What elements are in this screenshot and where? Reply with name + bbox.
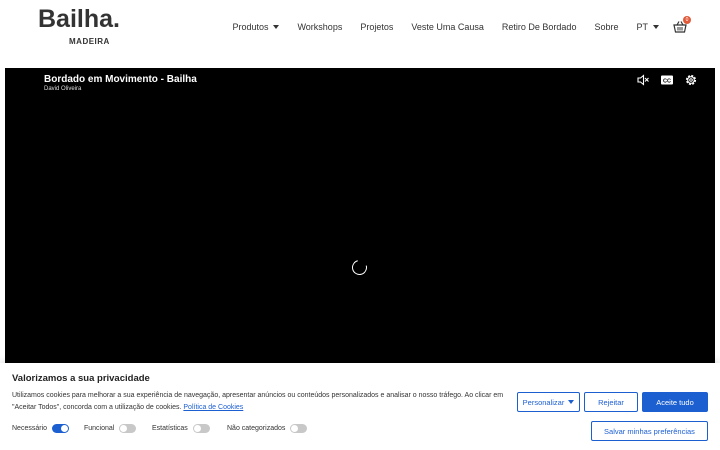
toggle-switch[interactable] xyxy=(290,424,308,433)
nav-item-workshops[interactable]: Workshops xyxy=(297,22,342,32)
language-label: PT xyxy=(636,22,648,32)
nav-item-label: Produtos xyxy=(232,22,269,32)
cookie-description-text: Utilizamos cookies para melhorar a sua e… xyxy=(12,392,504,411)
save-label: Salvar minhas preferências xyxy=(604,426,695,436)
nav-item-label: Projetos xyxy=(360,22,394,32)
nav-item-label: Workshops xyxy=(297,22,343,32)
toggle-label: Não categorizados xyxy=(227,425,286,432)
chevron-down-icon xyxy=(273,25,280,29)
cookie-description: Utilizamos cookies para melhorar a sua e… xyxy=(12,390,510,413)
logo-subtitle: MADEIRA xyxy=(69,37,110,46)
site-logo[interactable]: Bailha. MADEIRA xyxy=(38,5,120,47)
main-nav: Produtos Workshops Projetos Veste Uma Ca… xyxy=(232,16,720,36)
save-preferences-button[interactable]: Salvar minhas preferências xyxy=(591,421,708,441)
toggle-knob xyxy=(291,425,299,432)
language-selector[interactable]: PT xyxy=(636,22,659,32)
nav-item-sobre[interactable]: Sobre xyxy=(594,22,618,32)
toggle-knob xyxy=(120,425,128,432)
customize-button[interactable]: Personalizar xyxy=(517,392,580,412)
nav-item-produtos[interactable]: Produtos xyxy=(232,22,280,32)
toggle-switch[interactable] xyxy=(119,424,137,433)
accept-label: Aceite tudo xyxy=(656,397,694,407)
toggle-switch[interactable] xyxy=(192,424,210,433)
mute-button[interactable] xyxy=(636,73,650,87)
logo-wordmark: Bailha. xyxy=(38,5,120,33)
toggle-knob xyxy=(61,425,69,432)
toggle-label: Funcional xyxy=(84,425,115,432)
cart-count-badge: 0 xyxy=(683,16,691,24)
captions-icon: CC xyxy=(661,75,673,85)
accept-all-button[interactable]: Aceite tudo xyxy=(642,392,708,412)
toggle-uncategorized[interactable]: Não categorizados xyxy=(227,424,308,433)
loading-spinner-icon xyxy=(349,257,370,278)
settings-icon xyxy=(685,74,697,86)
video-title[interactable]: Bordado em Movimento - Bailha xyxy=(44,74,197,85)
toggle-functional[interactable]: Funcional xyxy=(84,424,137,433)
reject-button[interactable]: Rejeitar xyxy=(584,392,638,412)
toggle-switch[interactable] xyxy=(52,424,70,433)
video-author[interactable]: David Oliveira xyxy=(44,86,81,92)
nav-item-label: Sobre xyxy=(594,22,619,32)
toggle-knob xyxy=(193,425,201,432)
cookie-policy-link[interactable]: Política de Cookies xyxy=(183,404,243,411)
nav-item-label: Retiro De Bordado xyxy=(501,22,577,32)
cart-button[interactable]: 0 xyxy=(673,16,691,34)
toggle-label: Estatísticas xyxy=(152,425,188,432)
nav-item-projetos[interactable]: Projetos xyxy=(360,22,393,32)
mute-icon xyxy=(637,74,649,86)
cookie-consent-banner: Valorizamos a sua privacidade Utilizamos… xyxy=(0,363,720,450)
settings-button[interactable] xyxy=(684,73,698,87)
toggle-statistics[interactable]: Estatísticas xyxy=(152,424,210,433)
toggle-label: Necessário xyxy=(12,425,48,432)
cookie-title: Valorizamos a sua privacidade xyxy=(12,373,150,384)
nav-item-veste-uma-causa[interactable]: Veste Uma Causa xyxy=(411,22,484,32)
toggle-necessary[interactable]: Necessário xyxy=(12,424,70,433)
chevron-down-icon xyxy=(568,400,575,404)
svg-text:CC: CC xyxy=(663,78,671,84)
site-header: Bailha. MADEIRA Produtos Workshops Proje… xyxy=(0,0,720,62)
nav-item-retiro-de-bordado[interactable]: Retiro De Bordado xyxy=(502,22,577,32)
customize-label: Personalizar xyxy=(522,397,565,407)
nav-item-label: Veste Uma Causa xyxy=(411,22,484,32)
chevron-down-icon xyxy=(653,25,659,29)
captions-button[interactable]: CC xyxy=(660,73,674,87)
reject-label: Rejeitar xyxy=(598,397,624,407)
video-player[interactable]: Bordado em Movimento - Bailha David Oliv… xyxy=(5,68,715,363)
